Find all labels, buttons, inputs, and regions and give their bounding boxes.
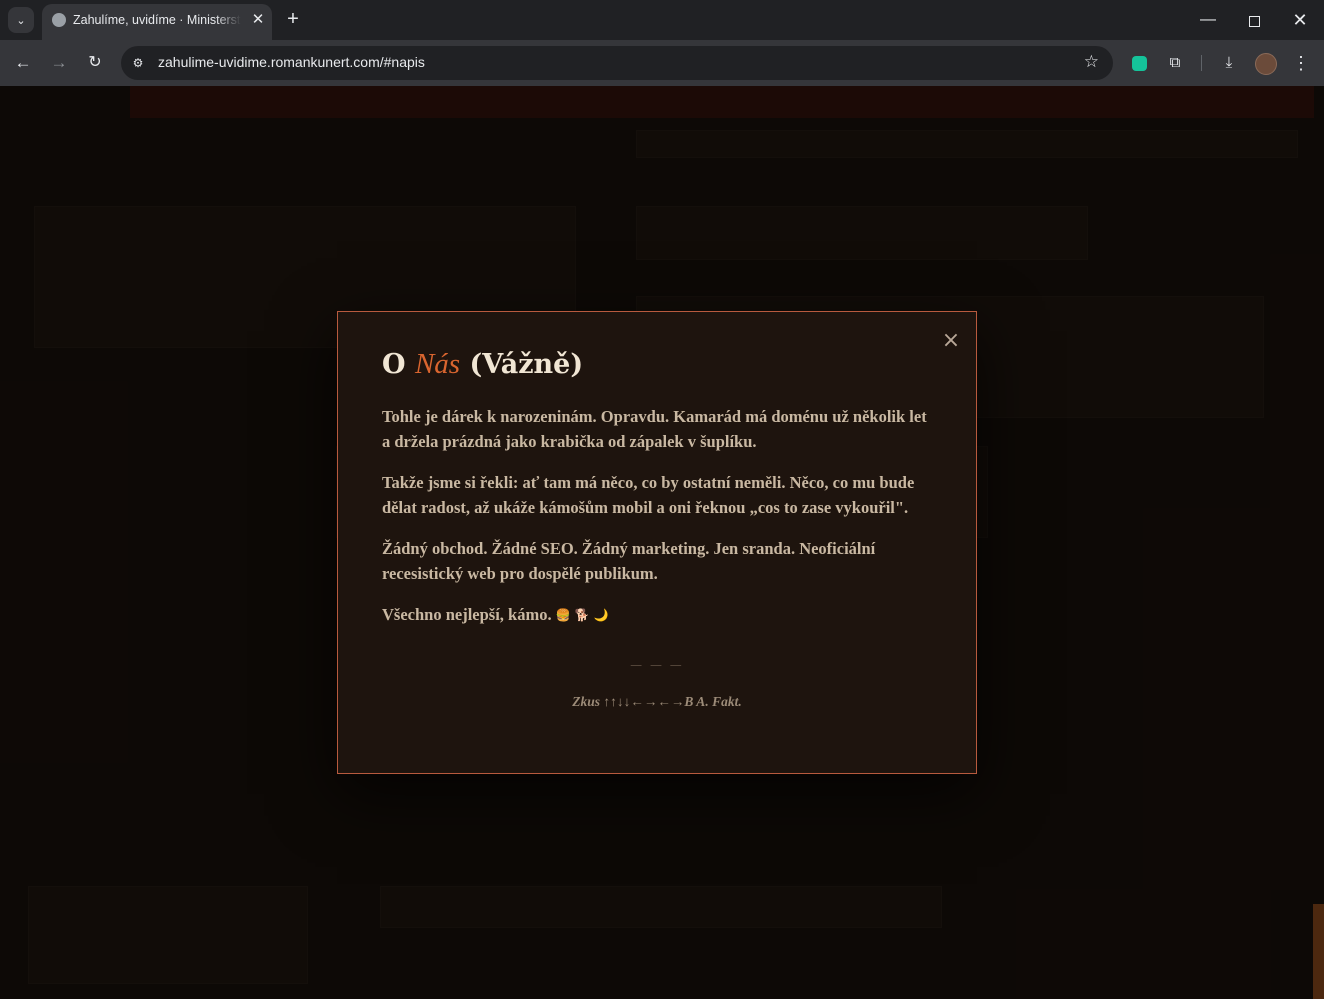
close-icon: ✕ xyxy=(251,11,265,28)
close-icon: × xyxy=(941,328,961,353)
profile-avatar[interactable] xyxy=(1255,53,1277,75)
moon-icon: 🌙 xyxy=(593,608,609,622)
minimize-window-button[interactable]: — xyxy=(1196,8,1220,32)
url-text[interactable]: zahulime-uvidime.romankunert.com/#napis xyxy=(158,54,425,70)
browser-toolbar: ← → ↻ ⚙ zahulime-uvidime.romankunert.com… xyxy=(0,40,1324,86)
minimize-icon: — xyxy=(1200,11,1216,28)
close-icon: ✕ xyxy=(1292,10,1308,30)
modal-paragraph: Tohle je dárek k narozeninám. Opravdu. K… xyxy=(382,407,927,451)
dog-icon: 🐕 xyxy=(574,608,590,622)
grammarly-extension-button[interactable] xyxy=(1128,52,1150,74)
forward-button[interactable]: → xyxy=(46,50,72,76)
address-bar[interactable]: ⚙ zahulime-uvidime.romankunert.com/#napi… xyxy=(121,46,1113,80)
closing-text: Všechno nejlepší, kámo. xyxy=(382,605,552,624)
modal-paragraph: Takže jsme si řekli: ať tam má něco, co … xyxy=(382,473,915,517)
tune-icon: ⚙ xyxy=(132,56,144,70)
browser-tab-bar: ⌄ Zahulíme, uvidíme · Ministerstvo ✕ + —… xyxy=(0,0,1324,40)
tab-list-button[interactable]: ⌄ xyxy=(8,7,34,33)
puzzle-icon: ⧉ xyxy=(1169,54,1181,71)
extensions-button[interactable]: ⧉ xyxy=(1164,52,1186,74)
maximize-window-button[interactable] xyxy=(1242,8,1266,32)
burger-icon: 🍔 xyxy=(555,608,571,622)
bookmark-button[interactable]: ☆ xyxy=(1084,52,1099,72)
browser-menu-button[interactable]: ⋮ xyxy=(1290,52,1312,74)
title-suffix: (Vážně) xyxy=(469,349,584,380)
title-accent: Nás xyxy=(414,348,461,380)
back-button[interactable]: ← xyxy=(10,50,36,76)
tab-title: Zahulíme, uvidíme · Ministerstvo xyxy=(73,13,241,27)
modal-title: O Nás (Vážně) xyxy=(382,348,583,381)
modal-paragraph: Žádný obchod. Žádné SEO. Žádný marketing… xyxy=(382,539,876,583)
toolbar-divider xyxy=(1201,55,1202,71)
download-icon: ⤓ xyxy=(1225,54,1233,71)
globe-icon xyxy=(52,13,66,27)
site-info-button[interactable]: ⚙ xyxy=(129,54,147,72)
modal-divider: — — — xyxy=(630,658,684,672)
reload-icon: ↻ xyxy=(88,54,102,71)
arrow-left-icon: ← xyxy=(14,53,32,72)
downloads-button[interactable]: ⤓ xyxy=(1218,52,1240,74)
arrow-right-icon: → xyxy=(50,53,68,72)
plus-icon: + xyxy=(287,8,299,30)
browser-tab[interactable]: Zahulíme, uvidíme · Ministerstvo ✕ xyxy=(42,4,272,40)
about-modal: × O Nás (Vážně) Tohle je dárek k narozen… xyxy=(337,311,977,774)
chevron-down-icon: ⌄ xyxy=(16,14,26,27)
kebab-menu-icon: ⋮ xyxy=(1292,53,1310,73)
new-tab-button[interactable]: + xyxy=(282,8,304,30)
star-icon: ☆ xyxy=(1083,52,1099,71)
modal-paragraph-closing: Všechno nejlepší, kámo. 🍔 🐕 🌙 xyxy=(382,602,938,628)
modal-close-button[interactable]: × xyxy=(940,330,962,352)
tab-close-button[interactable]: ✕ xyxy=(250,12,266,28)
title-prefix: O xyxy=(382,349,406,380)
modal-body: Tohle je dárek k narozeninám. Opravdu. K… xyxy=(382,404,938,644)
maximize-icon xyxy=(1248,15,1260,27)
close-window-button[interactable]: ✕ xyxy=(1288,8,1312,32)
reload-button[interactable]: ↻ xyxy=(82,50,108,76)
grammarly-icon xyxy=(1131,55,1147,71)
modal-signature: Zkus ↑↑↓↓←→←→B A. Fakt. xyxy=(572,694,742,709)
